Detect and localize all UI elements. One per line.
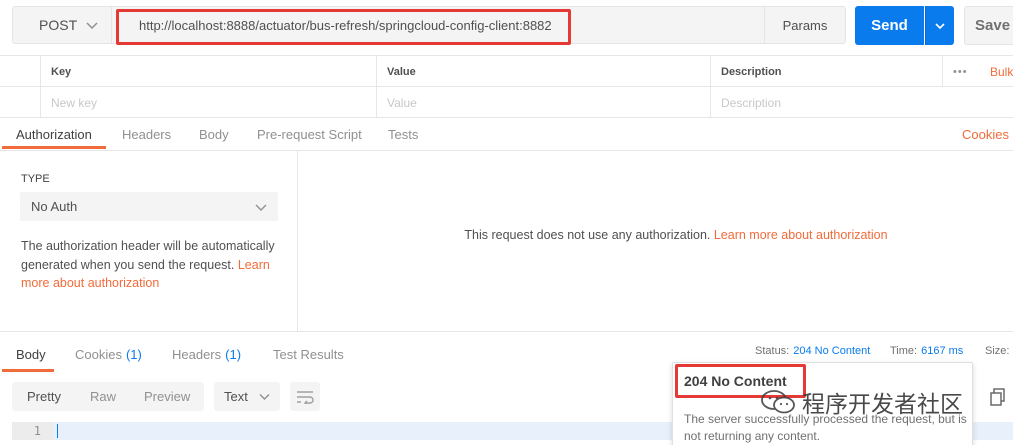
size-readout[interactable]: Size: (985, 338, 1009, 364)
tab-tests[interactable]: Tests (388, 118, 418, 151)
params-table: Key Value Description ••• Bulk New key V… (0, 55, 1013, 118)
request-bar: POST http://localhost:8888/actuator/bus-… (0, 0, 1013, 54)
chevron-down-icon (935, 22, 945, 29)
column-header-value: Value (376, 56, 710, 87)
auth-type-panel: TYPE No Auth The authorization header wi… (0, 151, 298, 331)
tab-headers[interactable]: Headers (122, 118, 171, 151)
status-label: Status: (755, 345, 790, 357)
learn-more-link[interactable]: Learn more about authorization (714, 228, 888, 242)
size-label: Size: (985, 345, 1010, 357)
copy-icon[interactable] (989, 388, 1007, 406)
response-tab-headers[interactable]: Headers (1) (172, 338, 241, 371)
params-label: Params (782, 17, 828, 33)
time-label: Time: (890, 345, 918, 357)
auth-type-select[interactable]: No Auth (20, 192, 278, 221)
response-tab-body[interactable]: Body (16, 338, 46, 371)
headers-count: (1) (225, 347, 242, 362)
response-tab-body-label: Body (16, 347, 46, 362)
new-description-input[interactable]: Description (710, 87, 942, 118)
response-tab-cookies[interactable]: Cookies (1) (75, 338, 142, 371)
status-readout[interactable]: Status: 204 No Content (755, 338, 870, 364)
text-type-select[interactable]: Text (214, 382, 280, 411)
status-value: 204 No Content (793, 345, 871, 357)
cookies-count: (1) (125, 347, 142, 362)
auth-description-text: The authorization header will be automat… (21, 239, 275, 272)
response-tab-headers-label: Headers (172, 347, 222, 362)
line-number: 1 (12, 422, 53, 440)
url-input[interactable]: http://localhost:8888/actuator/bus-refre… (112, 6, 764, 44)
method-label: POST (39, 17, 78, 33)
new-value-input[interactable]: Value (376, 87, 710, 118)
chevron-down-icon (255, 204, 267, 211)
params-checkbox-column (0, 56, 40, 87)
column-header-description: Description (710, 56, 942, 87)
save-label: Save (975, 17, 1011, 34)
format-toggle-group: Pretty Raw Preview (12, 382, 204, 411)
response-active-tab-indicator (2, 369, 54, 372)
response-tab-test-results-label: Test Results (273, 347, 344, 362)
tab-pre-request-script[interactable]: Pre-request Script (257, 118, 362, 151)
method-select[interactable]: POST (12, 6, 112, 44)
text-cursor (57, 424, 58, 438)
send-label: Send (871, 17, 908, 34)
cookies-link[interactable]: Cookies (962, 118, 1009, 151)
more-options-button[interactable]: ••• (942, 56, 982, 87)
response-tab-test-results[interactable]: Test Results (273, 338, 344, 371)
text-type-value: Text (224, 389, 248, 404)
auth-type-value: No Auth (31, 199, 78, 214)
watermark-text: 程序开发者社区 (802, 391, 963, 417)
format-pretty-button[interactable]: Pretty (27, 382, 61, 411)
new-key-input[interactable]: New key (40, 87, 376, 118)
send-options-button[interactable] (925, 6, 954, 45)
wrap-lines-icon (297, 390, 314, 404)
send-button[interactable]: Send (855, 6, 924, 45)
wrap-lines-button[interactable] (290, 382, 320, 411)
format-preview-button[interactable]: Preview (144, 382, 190, 411)
params-new-row: New key Value Description (0, 87, 1013, 118)
response-divider (0, 331, 1013, 332)
wechat-icon (761, 390, 795, 414)
time-readout[interactable]: Time: 6167 ms (890, 338, 963, 364)
bulk-edit-link[interactable]: Bulk (982, 56, 1013, 87)
auth-message-text: This request does not use any authorizat… (464, 228, 711, 242)
auth-message: This request does not use any authorizat… (299, 228, 1013, 242)
tab-body[interactable]: Body (199, 118, 229, 151)
active-tab-indicator (2, 146, 106, 149)
params-button[interactable]: Params (764, 6, 846, 44)
url-text: http://localhost:8888/actuator/bus-refre… (139, 17, 552, 33)
chevron-down-icon (259, 394, 270, 400)
params-header-row: Key Value Description ••• Bulk (0, 56, 1013, 87)
params-row-checkbox (0, 87, 40, 118)
type-label: TYPE (21, 173, 50, 185)
watermark: 程序开发者社区 (760, 386, 963, 418)
save-button[interactable]: Save (964, 6, 1013, 45)
response-tab-cookies-label: Cookies (75, 347, 122, 362)
auth-details-panel: This request does not use any authorizat… (299, 151, 1013, 331)
auth-description: The authorization header will be automat… (21, 237, 283, 293)
request-tabs: Authorization Headers Body Pre-request S… (0, 118, 1013, 151)
column-header-key: Key (40, 56, 376, 87)
format-raw-button[interactable]: Raw (90, 382, 116, 411)
time-value: 6167 ms (921, 345, 964, 357)
chevron-down-icon (86, 22, 98, 30)
